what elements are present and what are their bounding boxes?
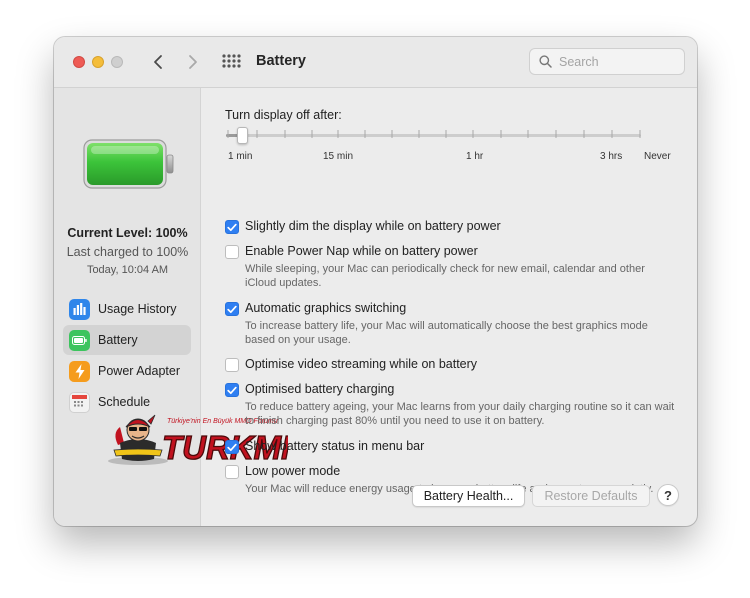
option-description: While sleeping, your Mac can periodicall… xyxy=(245,263,645,289)
power-adapter-icon xyxy=(69,360,90,382)
restore-defaults-button[interactable]: Restore Defaults xyxy=(532,485,650,507)
checkmark-icon xyxy=(227,386,237,394)
option-label: Show battery status in menu bar xyxy=(245,439,425,453)
tick-label-never: Never xyxy=(644,151,671,162)
optimised-charging-checkbox[interactable] xyxy=(225,383,239,397)
current-level-label: Current Level: 100% xyxy=(67,226,188,240)
search-field[interactable] xyxy=(529,48,685,75)
preferences-window: Battery Search Current Level: 100% Last … xyxy=(54,37,697,526)
title-bar: Battery xyxy=(54,37,697,88)
chevron-left-icon xyxy=(154,55,162,69)
help-button[interactable]: ? xyxy=(657,484,679,506)
video-streaming-checkbox[interactable] xyxy=(225,358,239,372)
sidebar-item-battery[interactable]: Battery xyxy=(63,325,191,355)
back-button[interactable] xyxy=(148,52,168,72)
tick-label-15-min: 15 min xyxy=(323,151,354,162)
calendar-icon xyxy=(69,391,90,413)
chevron-right-icon xyxy=(189,55,197,69)
grid-icon xyxy=(222,54,241,68)
battery-level-icon xyxy=(83,139,174,189)
minimize-window-button[interactable] xyxy=(92,56,104,68)
tick-label-3-hrs: 3 hrs xyxy=(600,151,623,162)
display-off-slider-thumb[interactable] xyxy=(237,127,248,144)
low-power-mode-checkbox[interactable] xyxy=(225,465,239,479)
last-charged-label: Last charged to 100% xyxy=(66,245,189,259)
forward-button[interactable] xyxy=(183,52,203,72)
usage-history-icon xyxy=(69,298,90,320)
power-nap-checkbox[interactable] xyxy=(225,245,239,259)
zoom-window-button[interactable] xyxy=(111,56,123,68)
charge-timestamp: Today, 10:04 AM xyxy=(86,264,169,276)
close-window-button[interactable] xyxy=(73,56,85,68)
dim-display-checkbox[interactable] xyxy=(225,220,239,234)
tick-label-1-min: 1 min xyxy=(228,151,253,162)
option-label: Low power mode xyxy=(245,464,341,478)
battery-health-button[interactable]: Battery Health... xyxy=(412,485,525,507)
sidebar-item-label: Power Adapter xyxy=(98,364,180,378)
menu-bar-status-checkbox[interactable] xyxy=(225,440,239,454)
checkmark-icon xyxy=(227,443,237,451)
battery-settings-panel: Turn display off after: 1 min 15 min 1 h… xyxy=(201,88,697,526)
sidebar-item-label: Usage History xyxy=(98,302,177,316)
option-label: Automatic graphics switching xyxy=(245,301,407,315)
window-title: Battery xyxy=(256,53,306,69)
sidebar-item-usage-history[interactable]: Usage History xyxy=(63,294,191,324)
checkmark-icon xyxy=(227,305,237,313)
option-label: Optimise video streaming while on batter… xyxy=(245,357,478,371)
option-label: Slightly dim the display while on batter… xyxy=(245,219,501,233)
battery-icon xyxy=(69,329,90,351)
option-description: To reduce battery ageing, your Mac learn… xyxy=(245,401,675,427)
checkmark-icon xyxy=(227,223,237,231)
display-off-slider-ticks xyxy=(227,130,641,138)
display-off-label: Turn display off after: xyxy=(225,108,342,122)
option-label: Optimised battery charging xyxy=(245,382,395,396)
sidebar-item-power-adapter[interactable]: Power Adapter xyxy=(63,356,191,386)
show-all-button[interactable] xyxy=(221,53,241,73)
search-icon xyxy=(539,55,552,68)
option-description: To increase battery life, your Mac will … xyxy=(245,320,648,346)
tick-label-1-hr: 1 hr xyxy=(466,151,484,162)
search-input[interactable] xyxy=(559,54,669,69)
option-label: Enable Power Nap while on battery power xyxy=(245,244,478,258)
sidebar-item-label: Battery xyxy=(98,333,138,347)
graphics-switching-checkbox[interactable] xyxy=(225,302,239,316)
